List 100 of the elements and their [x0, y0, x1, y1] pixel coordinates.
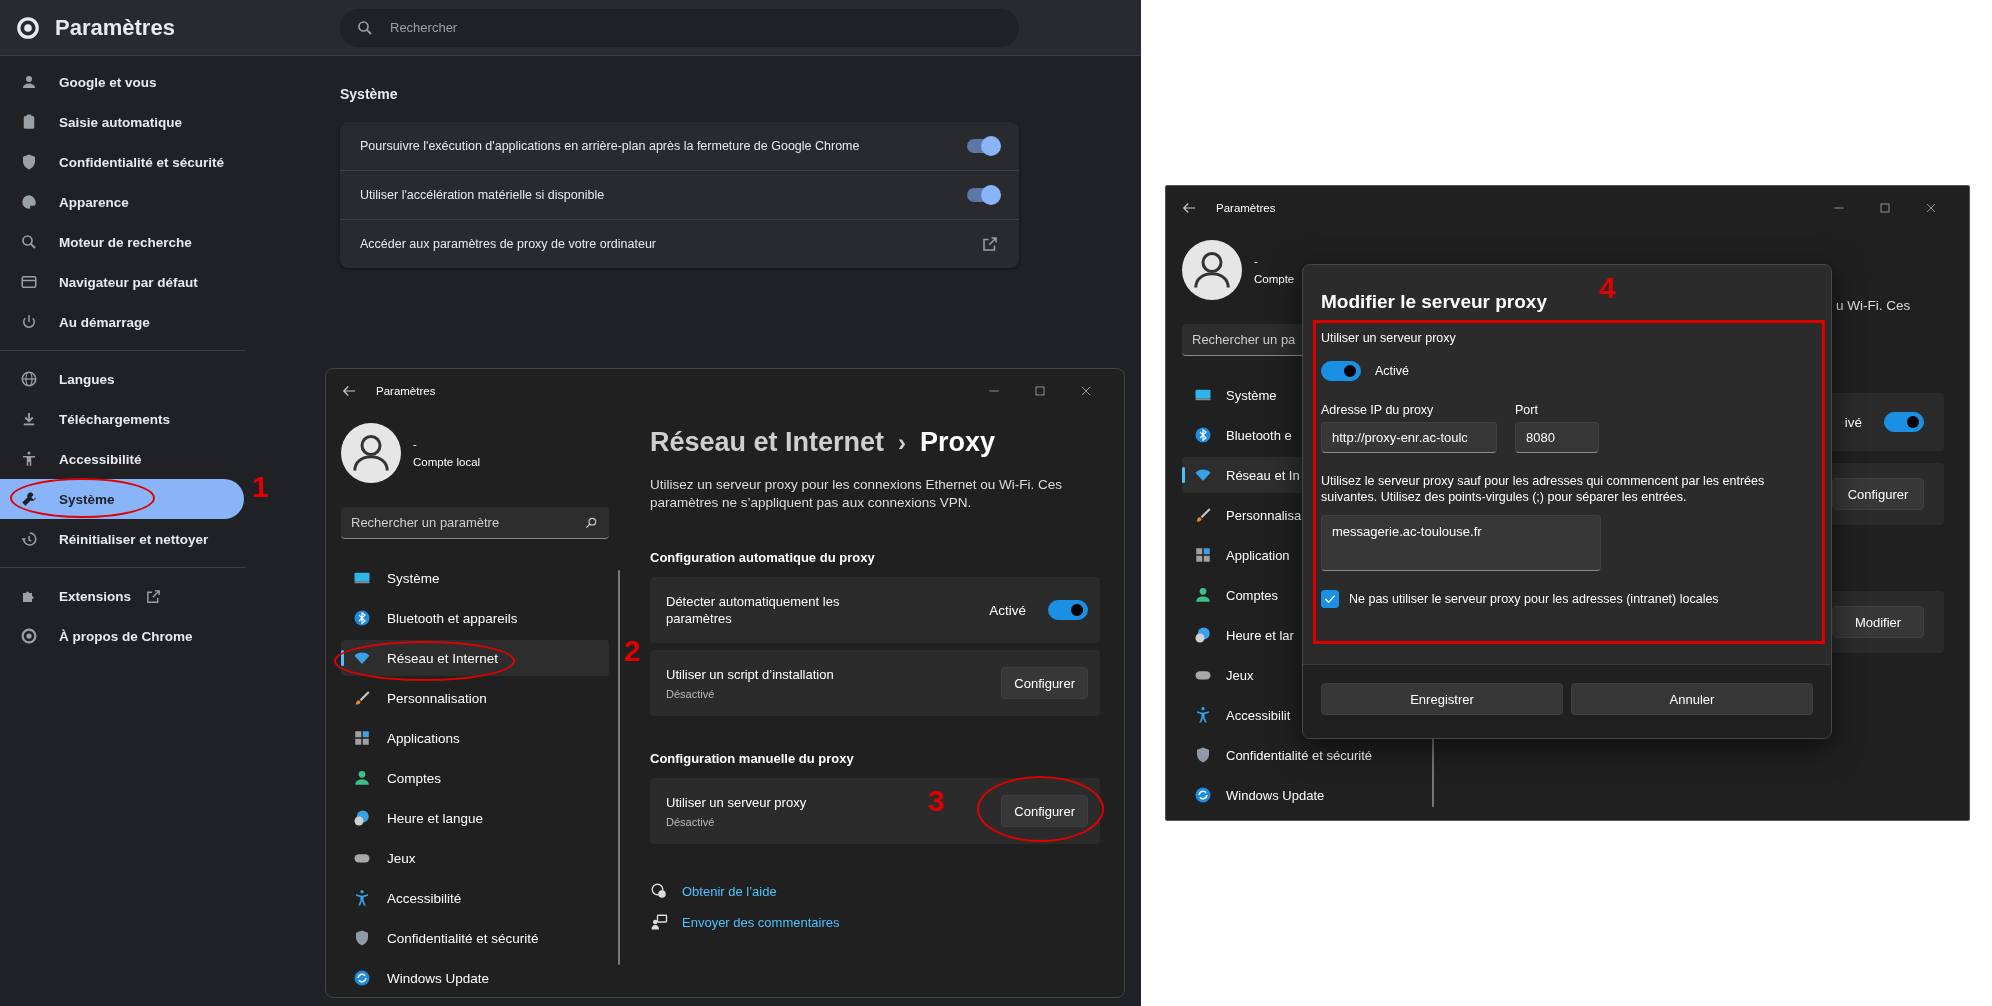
shield-icon [1194, 746, 1212, 764]
page-title: Proxy [920, 427, 996, 458]
feedback-icon [650, 913, 668, 931]
setting-title: Utiliser un serveur proxy [666, 794, 807, 811]
toggle-switch[interactable] [1884, 412, 1924, 432]
exceptions-field[interactable]: messagerie.ac-toulouse.fr [1321, 515, 1601, 571]
nav-item[interactable]: Accessibilité [341, 880, 609, 916]
port-field[interactable]: 8080 [1515, 422, 1599, 453]
sidebar-item[interactable]: Apparence [0, 182, 244, 222]
sidebar-item[interactable]: Système [0, 479, 244, 519]
breadcrumb-parent[interactable]: Réseau et Internet [650, 427, 885, 458]
description-text: Utilisez un serveur proxy pour les connexions Ethernet ou Wi-Fi. Ces paramètres ne s’appliquent pas aux connexions VPN. [650, 476, 1063, 512]
wrench-icon [20, 490, 38, 508]
person-icon [353, 769, 371, 787]
nav-item[interactable]: Confidentialité et sécurité [341, 920, 609, 956]
sidebar-item[interactable]: À propos de Chrome [0, 616, 244, 656]
power-icon [20, 313, 38, 331]
accessibility-icon [20, 450, 38, 468]
nav-item[interactable]: Réseau et Internet [341, 640, 609, 676]
window-title: Paramètres [376, 385, 437, 397]
account-type: Compte [1254, 273, 1295, 285]
toggle-state-label: Activé [1375, 364, 1410, 378]
shield-icon [353, 929, 371, 947]
field-label: Adresse IP du proxy [1321, 403, 1435, 417]
apps-icon [353, 729, 371, 747]
configure-button[interactable]: Configurer [1001, 667, 1088, 699]
toggle-switch[interactable] [1321, 361, 1361, 381]
proxy-address-field[interactable]: http://proxy-enr.ac-toulc [1321, 422, 1497, 453]
update-icon [1194, 786, 1212, 804]
setting-title: Utiliser un script d’installation [666, 666, 834, 683]
description-text: u Wi-Fi. Ces [1835, 298, 1912, 313]
avatar-icon [1182, 240, 1242, 300]
sidebar-item[interactable]: Téléchargements [0, 399, 244, 439]
toggle-switch[interactable] [967, 188, 999, 202]
section-title: Système [340, 86, 399, 102]
setting-status: Désactivé [666, 816, 715, 828]
nav-item[interactable]: Système [341, 560, 609, 596]
toggle-switch[interactable] [967, 139, 999, 153]
help-link[interactable]: Obtenir de l’aide [682, 883, 777, 899]
nav-item[interactable]: Heure et lar [1182, 617, 1412, 653]
help-link[interactable]: Envoyer des commentaires [682, 914, 840, 930]
nav-item[interactable]: Confidentialité et sécurité [1182, 737, 1412, 773]
search-field[interactable]: Rechercher [340, 8, 1019, 47]
person-icon [20, 73, 38, 91]
brush-icon [1194, 506, 1212, 524]
nav-item[interactable]: Windows Update [341, 960, 609, 996]
step-number: 3 [928, 786, 945, 816]
sidebar-item[interactable]: Accessibilité [0, 439, 244, 479]
clock-globe-icon [1194, 626, 1212, 644]
field-label: Port [1515, 403, 1539, 417]
sidebar-item[interactable]: Navigateur par défaut [0, 262, 244, 302]
setting-label: Utiliser l'accélération matérielle si disponible [360, 188, 605, 202]
save-button[interactable]: Enregistrer [1321, 683, 1563, 715]
bluetooth-icon [1194, 426, 1212, 444]
step-number: 4 [1599, 273, 1616, 303]
sidebar-item[interactable]: Confidentialité et sécurité [0, 142, 244, 182]
configure-button[interactable]: Modifier [1832, 606, 1924, 638]
search-field[interactable]: Rechercher un paramètre [341, 507, 609, 539]
sidebar-item[interactable]: Réinitialiser et nettoyer [0, 519, 244, 559]
sidebar-item[interactable]: Google et vous [0, 62, 244, 102]
sidebar-item[interactable]: Au démarrage [0, 302, 244, 342]
configure-button[interactable]: Configurer [1001, 795, 1088, 827]
person-icon [1194, 586, 1212, 604]
setting-label: Poursuivre l'exécution d'applications en arrière-plan après la fermeture de Google Chrome [360, 139, 860, 153]
nav-item[interactable]: Applications [341, 720, 609, 756]
sidebar-item[interactable]: Extensions [0, 576, 244, 616]
sidebar-item[interactable]: Langues [0, 359, 244, 399]
setting-title: Détecter automatiquement les paramètres [666, 593, 841, 627]
checkbox[interactable] [1321, 590, 1339, 608]
nav-item[interactable]: Jeux [341, 840, 609, 876]
toggle-state-label: Activé [989, 602, 1026, 618]
accessibility-icon [353, 889, 371, 907]
toggle-switch[interactable] [1048, 600, 1088, 620]
nav-item[interactable]: Personnalisation [341, 680, 609, 716]
cancel-button[interactable]: Annuler [1571, 683, 1813, 715]
accessibility-icon [1194, 706, 1212, 724]
setting-label: Accéder aux paramètres de proxy de votre ordinateur [360, 237, 656, 251]
toggle-state-label: ivé [1844, 414, 1862, 430]
page-title: Paramètres [55, 14, 175, 41]
palette-icon [20, 193, 38, 211]
browser-icon [20, 273, 38, 291]
chrome-logo-icon [20, 627, 38, 645]
external-link-icon[interactable] [981, 235, 999, 253]
sidebar-item[interactable]: Moteur de recherche [0, 222, 244, 262]
nav-item[interactable]: Bluetooth et appareils [341, 600, 609, 636]
nav-item[interactable]: Windows Update [1182, 777, 1412, 813]
update-icon [353, 969, 371, 987]
shield-icon [20, 153, 38, 171]
clock-globe-icon [353, 809, 371, 827]
chrome-logo-icon [15, 14, 41, 41]
avatar-icon [341, 423, 401, 483]
nav-item[interactable]: Heure et langue [341, 800, 609, 836]
section-heading: Configuration manuelle du proxy [650, 751, 855, 766]
search-icon [583, 515, 599, 531]
step-number: 2 [624, 636, 641, 666]
sidebar-item[interactable]: Saisie automatique [0, 102, 244, 142]
nav-item[interactable]: Comptes [341, 760, 609, 796]
window-title: Paramètres [1216, 202, 1277, 214]
configure-button[interactable]: Configurer [1832, 478, 1924, 510]
section-heading: Configuration automatique du proxy [650, 550, 876, 565]
